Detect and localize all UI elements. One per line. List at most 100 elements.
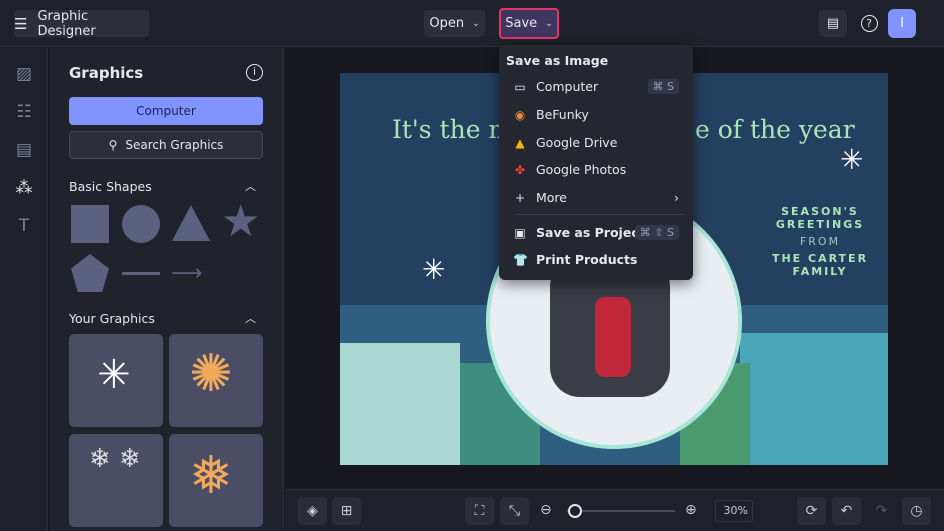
app-title: Graphic Designer — [37, 8, 96, 39]
menu-divider — [516, 214, 684, 215]
zoom-in-icon[interactable]: ⊕ — [685, 502, 697, 518]
google-photos-icon: ✤ — [514, 162, 526, 177]
save-button[interactable]: Save ⌄ — [499, 8, 559, 39]
pentagon-shape[interactable] — [71, 254, 109, 292]
graphic-tile[interactable]: ❅ — [169, 434, 263, 527]
top-bar: ☰ Graphic Designer Open ⌄ Save ⌄ ▤ ? I — [0, 0, 944, 47]
redo-button[interactable]: ↷ — [867, 497, 896, 525]
basic-shapes-heading: Basic Shapes — [69, 179, 152, 194]
collapse-icon: ⤡ — [508, 503, 521, 519]
graphic-tile[interactable]: ✺ — [169, 334, 263, 427]
chevron-up-icon[interactable]: ︿ — [245, 310, 256, 326]
menu-item-label: Google Drive — [536, 135, 618, 150]
open-button[interactable]: Open ⌄ — [424, 10, 485, 37]
undo-icon: ↶ — [840, 503, 853, 519]
history-button[interactable]: ◷ — [902, 497, 931, 525]
menu-item-computer[interactable]: ▭ Computer ⌘ S — [513, 79, 679, 94]
shortcut-badge: ⌘ S — [647, 79, 679, 94]
comment-icon: ▤ — [826, 16, 840, 31]
avatar[interactable]: I — [888, 9, 916, 38]
hamburger-icon: ☰ — [14, 14, 28, 33]
snowflake-icon: ❅ — [189, 446, 233, 506]
actual-size-button[interactable]: ⤡ — [500, 497, 529, 525]
fit-screen-button[interactable]: ⛶ — [465, 497, 494, 525]
computer-label: Computer — [136, 104, 196, 118]
image-icon[interactable]: ▨ — [14, 64, 34, 84]
redo-icon: ↷ — [875, 503, 888, 519]
open-label: Open — [429, 16, 465, 31]
menu-heading: Save as Image — [506, 53, 609, 68]
card-line: FROM — [799, 235, 841, 248]
avatar-initial: I — [900, 16, 904, 31]
briefcase-icon: ▣ — [514, 225, 526, 240]
burst-icon: ✺ — [189, 344, 233, 404]
snowflake-icon: ✳ — [422, 253, 446, 286]
comments-button[interactable]: ▤ — [819, 10, 847, 37]
sparkle-icon: ✳ — [97, 352, 131, 398]
replace-button[interactable]: ⟳ — [797, 497, 826, 525]
computer-button[interactable]: Computer — [69, 97, 263, 125]
chevron-up-icon[interactable]: ︿ — [245, 178, 256, 194]
snowflake-icon: ✳ — [840, 143, 864, 176]
your-graphics-heading: Your Graphics — [69, 311, 155, 326]
card-line: THE CARTER — [771, 252, 869, 265]
house-graphic — [340, 343, 460, 465]
tool-rail: ▨ ☷ ▤ ⁂ T — [0, 48, 48, 531]
help-icon: ? — [860, 15, 878, 32]
zoom-slider[interactable] — [567, 510, 675, 512]
text-icon[interactable]: T — [14, 216, 34, 236]
square-shape[interactable] — [71, 205, 109, 243]
graphic-tile[interactable]: ✳ — [69, 334, 163, 427]
graphics-icon[interactable]: ⁂ — [14, 178, 34, 198]
chevron-right-icon: › — [674, 190, 679, 205]
google-drive-icon: ▲ — [515, 135, 525, 150]
adjustments-icon[interactable]: ☷ — [14, 102, 34, 122]
menu-item-save-project[interactable]: ▣ Save as Project ⌘ ⇧ S — [513, 225, 679, 240]
plus-icon: + — [514, 190, 526, 205]
help-button[interactable]: ? — [855, 10, 883, 37]
save-dropdown-menu: Save as Image ▭ Computer ⌘ S ◉ BeFunky ▲ Goo… — [499, 45, 693, 280]
search-label: Search Graphics — [125, 138, 224, 152]
menu-item-label: Google Photos — [536, 162, 627, 177]
grid-icon: ⊞ — [340, 503, 353, 519]
app-menu-button[interactable]: ☰ Graphic Designer — [14, 8, 149, 39]
zoom-out-icon[interactable]: ⊖ — [540, 502, 552, 518]
zoom-slider-handle[interactable] — [568, 504, 582, 518]
befunky-icon: ◉ — [514, 107, 526, 122]
undo-button[interactable]: ↶ — [832, 497, 861, 525]
line-shape[interactable] — [122, 272, 160, 275]
card-line: FAMILY — [792, 265, 848, 278]
graphic-tile[interactable]: ❄ ❄ — [69, 434, 163, 527]
expand-icon: ⛶ — [474, 503, 485, 519]
info-icon[interactable]: i — [246, 64, 263, 81]
layers-button[interactable]: ◈ — [298, 497, 327, 525]
headline-right: e of the year — [695, 115, 855, 144]
bottom-toolbar: ◈ ⊞ ⛶ ⤡ ⊖ ⊕ 30% ⟳ ↶ ↷ ◷ — [285, 489, 944, 531]
menu-item-google-drive[interactable]: ▲ Google Drive — [513, 135, 617, 150]
menu-item-print-products[interactable]: 👕 Print Products — [513, 252, 637, 267]
menu-item-google-photos[interactable]: ✤ Google Photos — [513, 162, 626, 177]
card-line: GREETINGS — [775, 218, 865, 231]
chevron-down-icon: ⌄ — [472, 18, 480, 29]
panel-title: Graphics — [69, 64, 144, 82]
shortcut-badge: ⌘ ⇧ S — [634, 225, 679, 240]
star-shape[interactable]: ★ — [221, 196, 260, 247]
grid-button[interactable]: ⊞ — [332, 497, 361, 525]
menu-item-label: BeFunky — [536, 107, 589, 122]
menu-item-label: Computer — [536, 79, 599, 94]
refresh-icon: ⟳ — [805, 503, 818, 519]
triangle-shape[interactable] — [172, 205, 210, 241]
save-label: Save — [505, 16, 538, 31]
search-graphics-button[interactable]: ⚲ Search Graphics — [69, 131, 263, 159]
circle-shape[interactable] — [122, 205, 160, 243]
menu-item-more[interactable]: + More › — [513, 190, 679, 205]
zoom-value[interactable]: 30% — [715, 500, 753, 522]
arrow-shape[interactable]: ⟶ — [171, 261, 203, 286]
tshirt-icon: 👕 — [513, 252, 528, 267]
house-graphic — [740, 333, 888, 465]
card-line: SEASON'S — [781, 205, 859, 218]
menu-item-label: Print Products — [536, 252, 638, 267]
chevron-down-icon: ⌄ — [545, 18, 553, 29]
layout-icon[interactable]: ▤ — [14, 140, 34, 160]
menu-item-befunky[interactable]: ◉ BeFunky — [513, 107, 589, 122]
